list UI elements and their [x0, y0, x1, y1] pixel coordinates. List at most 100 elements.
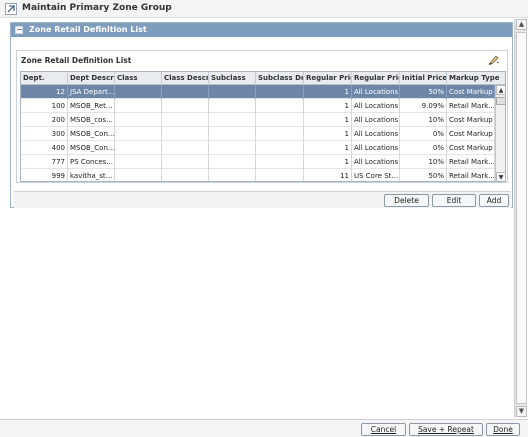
- table-title: Zone Retail Definition List: [21, 56, 132, 65]
- cell-markup-type: Cost Markup: [447, 127, 495, 141]
- table-row[interactable]: 400 MSOB_Con... 1 All Locations 0% Cost …: [21, 141, 495, 155]
- add-button[interactable]: Add: [479, 194, 509, 207]
- cell-dept-description: MSOB_Ret...: [68, 99, 115, 113]
- footer-bar: Cancel Save + Repeat Done: [0, 419, 528, 437]
- cell-regular-price: 1: [304, 141, 352, 155]
- cell-class-description: [162, 99, 209, 113]
- cell-markup-type: Cost Markup: [447, 113, 495, 127]
- cell-regular-price: 1: [304, 99, 352, 113]
- cell-subclass-description: [256, 169, 304, 181]
- cell-subclass: [209, 155, 256, 169]
- col-markup-type[interactable]: Markup Type: [447, 72, 505, 85]
- table-row[interactable]: 300 MSOB_Con... 1 All Locations 0% Cost …: [21, 127, 495, 141]
- cell-regular-price: 1: [304, 155, 352, 169]
- cell-class-description: [162, 141, 209, 155]
- cell-initial-price: 0%: [400, 141, 447, 155]
- table-panel: Zone Retail Definition List Dept. Dept D…: [16, 50, 508, 183]
- delete-button[interactable]: Delete: [384, 194, 429, 207]
- cell-regular-price: 1: [304, 113, 352, 127]
- page-scroll-down-icon[interactable]: ▼: [516, 406, 527, 417]
- page-scroll-up-icon[interactable]: ▲: [516, 19, 527, 30]
- grid-scroll-thumb[interactable]: [496, 97, 505, 105]
- cell-location: US Core St...: [352, 169, 400, 181]
- cell-initial-price: 10%: [400, 113, 447, 127]
- col-subclass[interactable]: Subclass: [209, 72, 256, 85]
- cell-markup-type: Cost Markup: [447, 85, 495, 99]
- cell-dept: 777: [21, 155, 68, 169]
- cell-regular-price: 1: [304, 85, 352, 99]
- cell-location: All Locations: [352, 155, 400, 169]
- cell-location: All Locations: [352, 113, 400, 127]
- cell-dept-description: MSOB_cos...: [68, 113, 115, 127]
- content-area: − Zone Retail Definition List Zone Retai…: [7, 19, 514, 417]
- cell-markup-type: Retail Mark...: [447, 99, 495, 113]
- col-dept-description[interactable]: Dept Description: [68, 72, 115, 85]
- col-regular-price[interactable]: Regular Price: [304, 72, 352, 85]
- grid-scrollbar[interactable]: ▲ ▼: [495, 85, 505, 181]
- title-bar: Maintain Primary Zone Group: [0, 0, 528, 18]
- cell-subclass-description: [256, 127, 304, 141]
- cell-initial-price: 50%: [400, 169, 447, 181]
- cell-location: All Locations: [352, 85, 400, 99]
- cell-dept: 400: [21, 141, 68, 155]
- page-scroll-thumb[interactable]: [516, 32, 527, 404]
- cell-dept: 100: [21, 99, 68, 113]
- cell-dept-description: MSOB_Con...: [68, 127, 115, 141]
- cell-subclass-description: [256, 85, 304, 99]
- cell-subclass-description: [256, 155, 304, 169]
- cell-dept: 999: [21, 169, 68, 181]
- table-row[interactable]: 999 kavitha_st... 11 US Core St... 50% R…: [21, 169, 495, 181]
- table-row[interactable]: 777 PS Conces... 1 All Locations 10% Ret…: [21, 155, 495, 169]
- cell-markup-type: Retail Mark...: [447, 169, 495, 181]
- cell-subclass: [209, 85, 256, 99]
- edit-pencil-icon[interactable]: [487, 53, 501, 66]
- cell-subclass-description: [256, 113, 304, 127]
- cell-class: [115, 155, 162, 169]
- cell-markup-type: Cost Markup: [447, 141, 495, 155]
- cell-location: All Locations: [352, 99, 400, 113]
- cell-class-description: [162, 85, 209, 99]
- table-row[interactable]: 200 MSOB_cos... 1 All Locations 10% Cost…: [21, 113, 495, 127]
- cell-subclass-description: [256, 99, 304, 113]
- col-class-description[interactable]: Class Description: [162, 72, 209, 85]
- col-subclass-description[interactable]: Subclass Description: [256, 72, 304, 85]
- col-dept[interactable]: Dept.: [21, 72, 68, 85]
- cell-class-description: [162, 113, 209, 127]
- col-class[interactable]: Class: [115, 72, 162, 85]
- page-scrollbar[interactable]: ▲ ▼: [514, 19, 527, 417]
- cell-class: [115, 127, 162, 141]
- cell-class: [115, 141, 162, 155]
- cell-initial-price: 10%: [400, 155, 447, 169]
- grid-scroll-down-icon[interactable]: ▼: [496, 172, 505, 181]
- collapse-icon[interactable]: −: [15, 26, 23, 34]
- save-repeat-button[interactable]: Save + Repeat: [409, 423, 483, 436]
- table-button-bar: Delete Edit Add: [14, 191, 511, 208]
- cell-markup-type: Retail Mark...: [447, 155, 495, 169]
- cell-regular-price: 1: [304, 127, 352, 141]
- cell-class: [115, 113, 162, 127]
- cell-dept-description: PS Conces...: [68, 155, 115, 169]
- cell-dept: 300: [21, 127, 68, 141]
- cell-subclass: [209, 99, 256, 113]
- edit-button[interactable]: Edit: [432, 194, 476, 207]
- cell-dept: 200: [21, 113, 68, 127]
- table-row[interactable]: 100 MSOB_Ret... 1 All Locations 9.09% Re…: [21, 99, 495, 113]
- cell-subclass: [209, 169, 256, 181]
- cell-location: All Locations: [352, 141, 400, 155]
- cell-dept: 12: [21, 85, 68, 99]
- cell-dept-description: JSA Depart...: [68, 85, 115, 99]
- cell-class: [115, 169, 162, 181]
- zone-retail-section: − Zone Retail Definition List Zone Retai…: [10, 22, 513, 208]
- col-regular-price-location[interactable]: Regular Price: [352, 72, 400, 85]
- done-button[interactable]: Done: [486, 423, 520, 436]
- cancel-button[interactable]: Cancel: [361, 423, 406, 436]
- cell-class-description: [162, 155, 209, 169]
- cell-initial-price: 9.09%: [400, 99, 447, 113]
- zone-retail-grid: Dept. Dept Description Class Class Descr…: [20, 71, 506, 182]
- grid-scroll-up-icon[interactable]: ▲: [496, 85, 505, 95]
- table-row[interactable]: 12 JSA Depart... 1 All Locations 50% Cos…: [21, 85, 495, 99]
- cell-regular-price: 11: [304, 169, 352, 181]
- cell-dept-description: MSOB_Con...: [68, 141, 115, 155]
- cell-location: All Locations: [352, 127, 400, 141]
- col-initial-price[interactable]: Initial Price %: [400, 72, 447, 85]
